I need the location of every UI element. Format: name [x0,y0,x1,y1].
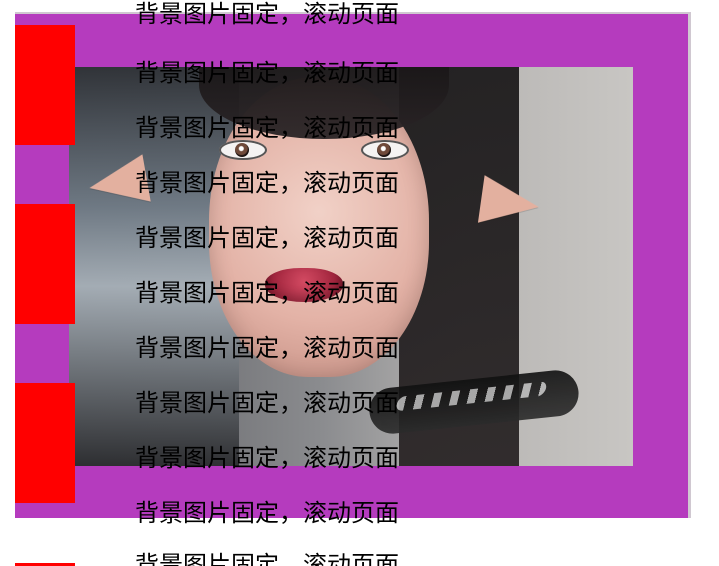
text-line: 背景图片固定，滚动页面 [135,389,399,417]
text-line: 背景图片固定，滚动页面 [135,169,399,197]
text-line: 背景图片固定，滚动页面 [135,279,399,307]
text-line: 背景图片固定，滚动页面 [135,444,399,472]
text-line: 背景图片固定，滚动页面 [135,551,399,566]
text-line: 背景图片固定，滚动页面 [135,334,399,362]
red-block [15,25,75,145]
text-line: 背景图片固定，滚动页面 [135,499,399,527]
text-line: 背景图片固定，滚动页面 [135,59,399,87]
text-line: 背景图片固定，滚动页面 [135,224,399,252]
repeated-text-stack: 背景图片固定，滚动页面 背景图片固定，滚动页面 背景图片固定，滚动页面 背景图片… [135,0,555,566]
red-block [15,383,75,503]
text-line: 背景图片固定，滚动页面 [135,0,399,28]
red-block [15,204,75,324]
text-line: 背景图片固定，滚动页面 [135,114,399,142]
